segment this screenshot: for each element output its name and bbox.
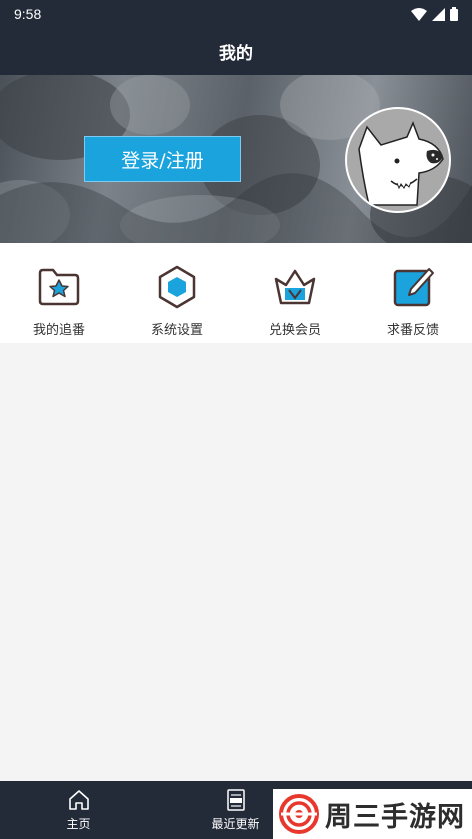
nav-label-recent-updates: 最近更新 [211,817,260,831]
menu-item-system-settings[interactable]: 系统设置 [118,243,236,343]
menu-item-redeem-vip[interactable]: 兑换会员 [236,243,354,343]
header: 我的 [0,28,472,75]
profile-banner: 登录/注册 [0,75,472,243]
menu-item-my-follows[interactable]: 我的追番 [0,243,118,343]
menu-label-request-feedback: 求番反馈 [386,323,439,338]
status-time: 9:58 [14,6,42,22]
edit-feedback-icon [393,268,434,307]
dog-avatar-icon [358,120,444,206]
watermark-logo: 周三手游网 [273,789,472,839]
menu-row: 我的追番 系统设置 兑换会员 求番反馈 [0,243,472,343]
status-bar: 9:58 [0,0,472,28]
new-updates-icon [226,789,245,811]
content-area [0,343,472,781]
wifi-icon [411,7,427,21]
nav-label-home: 主页 [66,817,91,831]
nav-item-home[interactable]: 主页 [0,781,157,839]
watermark-swirl-icon [279,794,319,834]
folder-star-icon [38,268,80,306]
signal-icon [432,7,445,21]
login-register-button[interactable]: 登录/注册 [84,136,241,182]
battery-icon [450,7,458,21]
avatar[interactable] [345,107,451,213]
home-icon [68,790,89,810]
watermark-text: 周三手游网 [325,801,465,833]
page-title: 我的 [219,44,253,64]
menu-label-redeem-vip: 兑换会员 [268,323,321,338]
status-icons [411,7,458,21]
menu-item-request-feedback[interactable]: 求番反馈 [354,243,472,343]
hexagon-settings-icon [158,265,196,309]
menu-label-system-settings: 系统设置 [150,323,203,338]
crown-vip-icon [274,269,316,305]
menu-label-my-follows: 我的追番 [32,323,85,338]
